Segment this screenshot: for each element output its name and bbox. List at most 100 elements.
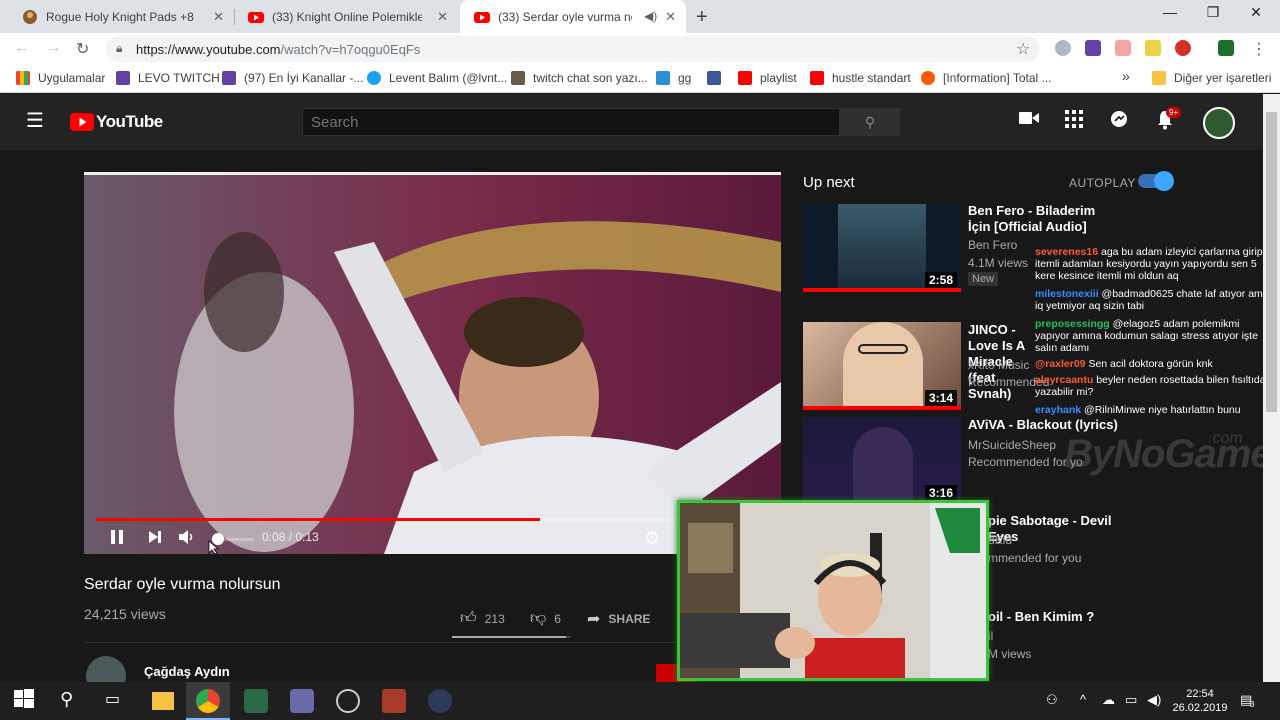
app-icon[interactable] bbox=[290, 689, 314, 713]
bookmark-twitch-chat[interactable]: twitch chat son yazı... bbox=[511, 71, 648, 85]
bookmark-levent-balim[interactable]: Levent Balım (@lvnt... bbox=[367, 71, 507, 85]
hamburger-menu-icon[interactable]: ☰ bbox=[26, 108, 44, 133]
volume-icon[interactable] bbox=[179, 530, 195, 549]
thumbs-down-icon: 👎︎ bbox=[530, 610, 547, 627]
search-icon[interactable]: ⚲ bbox=[60, 689, 84, 713]
share-button[interactable]: ➦ SHARE bbox=[587, 609, 650, 629]
bookmark-information-total[interactable]: [Information] Total ... bbox=[921, 71, 1052, 85]
bookmark-playlist[interactable] bbox=[707, 71, 729, 85]
recommended-meta: M views bbox=[988, 647, 1032, 661]
chrome-icon[interactable] bbox=[196, 689, 220, 713]
minimize-icon[interactable]: — bbox=[1150, 4, 1190, 20]
windows-start-icon[interactable] bbox=[14, 689, 38, 713]
video-duration: 3:16 bbox=[924, 485, 957, 501]
people-icon[interactable]: ⚇ bbox=[1046, 692, 1058, 708]
skype-extension-icon[interactable] bbox=[1055, 40, 1071, 56]
bookmark-apps[interactable]: Uygulamalar bbox=[16, 71, 105, 85]
menu-dots-icon[interactable]: ⋮ bbox=[1251, 39, 1267, 59]
game-favicon-icon bbox=[22, 9, 38, 25]
bookmark-gg[interactable]: gg bbox=[656, 71, 691, 85]
close-tab-icon[interactable]: ✕ bbox=[437, 9, 448, 25]
address-bar[interactable]: 🔒︎ https://www.youtube.com/watch?v=h7oqg… bbox=[106, 36, 1040, 62]
forward-icon[interactable]: → bbox=[45, 39, 61, 57]
search-button[interactable]: ⚲ bbox=[840, 108, 900, 136]
more-bookmarks-button[interactable]: » bbox=[1122, 68, 1130, 84]
profile-extension-icon[interactable] bbox=[1218, 40, 1234, 56]
bookmark-other-folder[interactable]: Diğer yer işaretleri bbox=[1152, 71, 1271, 85]
webcam-feed bbox=[680, 503, 986, 678]
search-box bbox=[302, 108, 840, 136]
speaker-icon[interactable]: ◀) bbox=[1147, 692, 1161, 708]
like-button[interactable]: 👍︎ 213 bbox=[460, 609, 505, 628]
thumbs-up-icon: 👍︎ bbox=[460, 610, 477, 627]
video-progress-bar[interactable] bbox=[96, 518, 769, 521]
tab-serdar-oyle-vurma[interactable]: (33) Serdar oyle vurma nolur ◀) ✕ bbox=[460, 0, 686, 33]
tab-rogue-holy-knight[interactable]: Rogue Holy Knight Pads +8 (ÇOK ✕ bbox=[8, 0, 234, 33]
chat-message: preposessingg @elagoz5 adam polemikmi ya… bbox=[1035, 318, 1258, 354]
system-clock[interactable]: 22:54 26.02.2019 bbox=[1170, 687, 1230, 715]
search-input[interactable] bbox=[303, 109, 839, 135]
app-icon[interactable] bbox=[244, 689, 268, 713]
bookmarks-bar: Uygulamalar LEVO TWITCH (97) En İyi Kana… bbox=[0, 65, 1280, 93]
pause-icon[interactable] bbox=[110, 529, 124, 550]
recommended-title[interactable]: oil - Ben Kimim ? bbox=[988, 609, 1138, 625]
bookmark-levo-twitch[interactable]: LEVO TWITCH bbox=[116, 71, 220, 85]
page-scrollbar[interactable] bbox=[1263, 94, 1280, 682]
recommended-thumbnail[interactable]: 3:14 bbox=[803, 322, 961, 410]
bookmark-playlist[interactable]: playlist bbox=[738, 71, 797, 85]
restore-icon[interactable]: ❐ bbox=[1193, 4, 1233, 21]
close-tab-icon[interactable]: ✕ bbox=[665, 9, 676, 25]
file-explorer-icon[interactable] bbox=[152, 692, 174, 710]
close-window-icon[interactable]: ✕ bbox=[1236, 4, 1276, 21]
extension-icon[interactable] bbox=[1145, 40, 1161, 56]
extension-badge-icon[interactable] bbox=[1175, 40, 1191, 56]
folder-icon bbox=[1152, 71, 1166, 85]
audio-playing-icon[interactable]: ◀) bbox=[644, 9, 657, 23]
youtube-logo[interactable]: YouTube bbox=[70, 112, 163, 132]
twitch-icon bbox=[222, 71, 236, 85]
reload-icon[interactable]: ↻ bbox=[76, 39, 89, 59]
tray-chevron-icon[interactable]: ^ bbox=[1080, 692, 1086, 707]
settings-gear-icon[interactable]: ⚙ bbox=[644, 528, 660, 549]
like-ratio-bar bbox=[452, 636, 570, 638]
chat-message: milestonexiii @badmad0625 chate laf atıy… bbox=[1035, 288, 1269, 312]
back-icon[interactable]: ← bbox=[14, 39, 30, 57]
notification-count-badge: 9+ bbox=[1166, 107, 1182, 118]
scrollbar-thumb[interactable] bbox=[1266, 112, 1277, 412]
extension-icon[interactable] bbox=[1115, 40, 1131, 56]
network-icon[interactable]: ▭ bbox=[1125, 692, 1137, 708]
watched-progress-bar bbox=[803, 288, 961, 292]
notification-count: 3 bbox=[1250, 700, 1255, 709]
dislike-button[interactable]: 👎︎ 6 bbox=[530, 609, 561, 628]
bookmark-hustle-standart[interactable]: hustle standart bbox=[810, 71, 911, 85]
task-view-icon[interactable]: ▭ bbox=[105, 689, 129, 713]
recommended-title[interactable]: Ben Fero - Biladerim İçin [Official Audi… bbox=[968, 203, 1118, 235]
recommended-thumbnail[interactable]: 3:16 bbox=[803, 417, 961, 505]
channel-name[interactable]: Çağdaş Aydın bbox=[144, 664, 230, 679]
game-icon[interactable] bbox=[382, 689, 406, 713]
facebook-icon bbox=[707, 71, 721, 85]
new-tab-button[interactable]: + bbox=[696, 6, 708, 29]
account-avatar[interactable] bbox=[1203, 107, 1235, 139]
autoplay-toggle[interactable] bbox=[1138, 171, 1174, 191]
app-icon[interactable] bbox=[428, 689, 452, 713]
recommended-channel: MrSuicideSheep bbox=[968, 438, 1057, 452]
messages-icon[interactable] bbox=[1110, 110, 1128, 133]
bookmark-en-iyi-kanallar[interactable]: (97) En İyi Kanallar -... bbox=[222, 71, 363, 85]
bookmark-star-icon[interactable]: ☆ bbox=[1016, 39, 1030, 59]
obs-icon[interactable] bbox=[336, 689, 360, 713]
apps-grid-icon bbox=[16, 71, 30, 85]
apps-icon[interactable] bbox=[1065, 110, 1083, 133]
video-player[interactable]: 0:08 / 0:13 ⚙ bbox=[84, 172, 781, 554]
onedrive-icon[interactable]: ☁ bbox=[1102, 692, 1115, 708]
next-video-icon[interactable] bbox=[148, 530, 162, 549]
close-tab-icon[interactable]: ✕ bbox=[213, 9, 224, 25]
recommended-title[interactable]: AViVA - Blackout (lyrics) bbox=[968, 417, 1118, 433]
recommended-thumbnail[interactable]: 2:58 bbox=[803, 204, 961, 292]
recommended-meta: mmended for you bbox=[988, 551, 1082, 565]
twitch-extension-icon[interactable] bbox=[1085, 40, 1101, 56]
new-badge: New bbox=[968, 272, 999, 286]
channel-avatar[interactable] bbox=[86, 656, 126, 682]
tab-knight-online-polemikleri[interactable]: (33) Knight Online Polemikleri Ku ✕ bbox=[234, 0, 458, 33]
create-video-icon[interactable] bbox=[1019, 110, 1039, 131]
